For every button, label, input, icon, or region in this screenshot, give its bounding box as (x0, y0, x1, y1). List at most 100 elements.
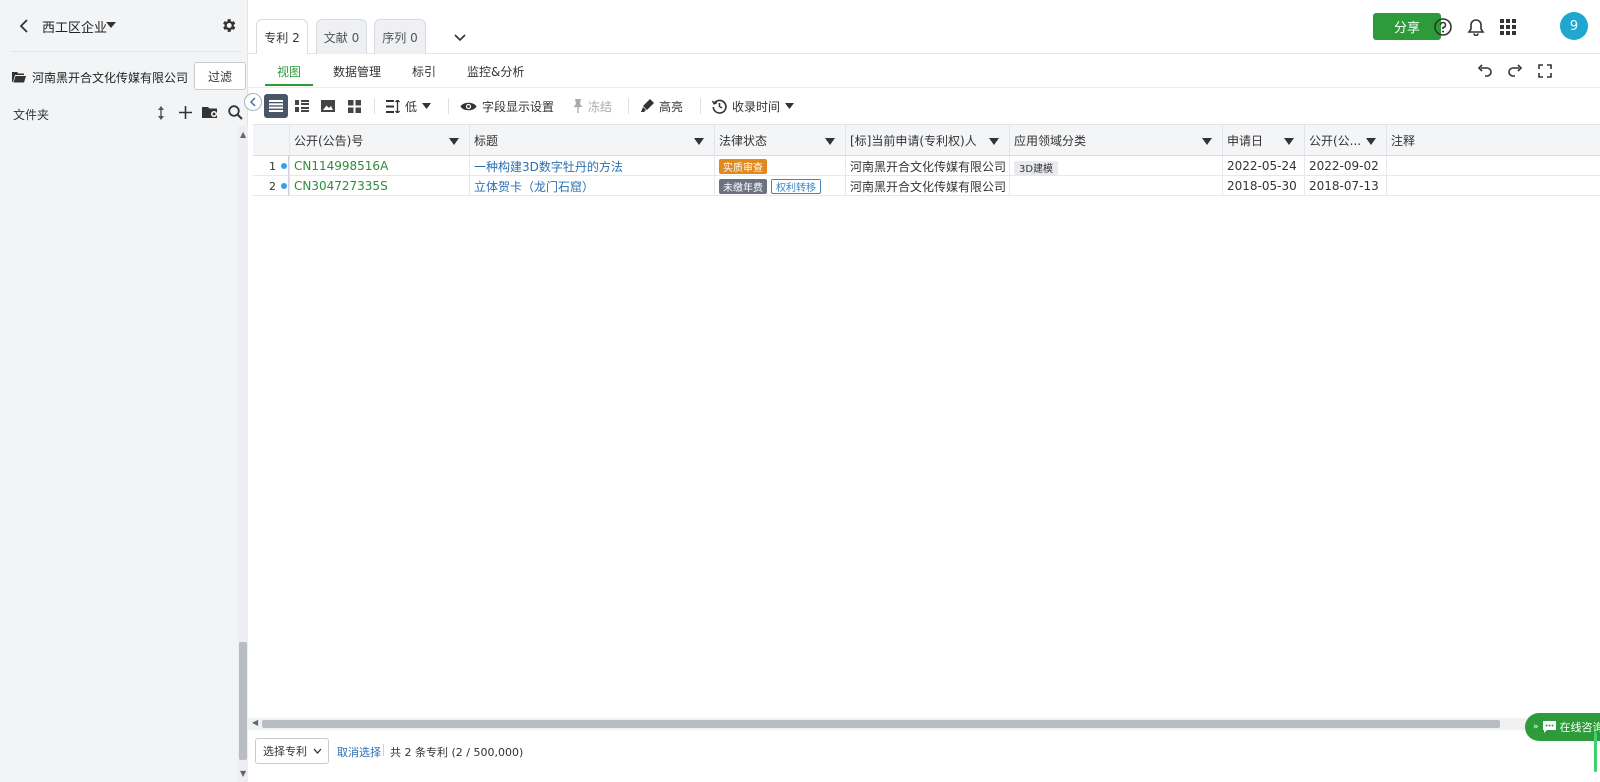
share-button[interactable]: 分享 (1373, 13, 1441, 40)
toolbar-divider (628, 98, 629, 114)
top-bar: 专利 2 文献 0 序列 0 分享 9 (248, 0, 1600, 55)
caret-down-icon[interactable] (106, 21, 116, 29)
column-menu-icon[interactable] (1366, 138, 1376, 145)
tab-patents[interactable]: 专利 2 (256, 19, 308, 55)
filter-button[interactable]: 过滤 (194, 62, 246, 90)
header-rownum (253, 125, 289, 156)
publication-number[interactable]: CN114998516A (289, 156, 469, 176)
application-field-cell: 3D建模 (1009, 156, 1222, 176)
redo-icon[interactable] (1507, 63, 1523, 79)
chevron-down-icon (313, 748, 322, 755)
notes-cell[interactable] (1386, 176, 1600, 196)
apps-grid-icon[interactable] (1498, 17, 1518, 37)
field-tag: 3D建模 (1014, 160, 1059, 175)
image-view-icon[interactable] (316, 94, 340, 118)
column-menu-icon[interactable] (449, 138, 459, 145)
column-menu-icon[interactable] (694, 138, 704, 145)
publication-date-cell: 2018-07-13 (1304, 176, 1386, 196)
sub-nav: 视图 数据管理 标引 监控&分析 (248, 54, 1600, 88)
unread-dot-icon (281, 163, 287, 169)
list-view-icon[interactable] (264, 94, 288, 118)
workspace-title[interactable]: 西工区企业 (42, 17, 107, 36)
user-avatar[interactable]: 9 (1560, 12, 1588, 40)
column-menu-icon[interactable] (1284, 138, 1294, 145)
eye-icon (460, 101, 477, 112)
divider (10, 51, 242, 52)
column-header-notes[interactable]: 注释 (1386, 125, 1600, 156)
row-density-icon (386, 99, 400, 113)
freeze-button[interactable]: 冻结 (573, 97, 612, 115)
status-badge: 权利转移 (771, 178, 821, 194)
undo-icon[interactable] (1477, 63, 1493, 79)
field-display-label: 字段显示设置 (482, 99, 555, 114)
highlight-button[interactable]: 高亮 (641, 97, 683, 115)
caret-down-icon (785, 103, 795, 109)
gear-icon[interactable] (220, 17, 237, 34)
divider (383, 744, 384, 756)
folder-settings-icon[interactable] (202, 104, 219, 121)
patent-title[interactable]: 立体贺卡（龙门石窟） (469, 176, 714, 196)
folder-label: 文件夹 (13, 108, 50, 122)
consult-indicator (1594, 732, 1597, 772)
application-field-cell (1009, 176, 1222, 196)
table-row[interactable]: 2 CN304727335S 立体贺卡（龙门石窟） 未缴年费 权利转移 河南黑开… (253, 176, 1600, 196)
applicant-cell: 河南黑开合文化传媒有限公司 (845, 176, 1009, 196)
scrollbar-thumb[interactable] (262, 720, 1500, 728)
add-icon[interactable] (177, 104, 194, 121)
publication-date-cell: 2022-09-02 (1304, 156, 1386, 176)
help-icon[interactable] (1433, 17, 1453, 37)
field-display-settings[interactable]: 字段显示设置 (460, 97, 554, 115)
column-menu-icon[interactable] (1202, 138, 1212, 145)
column-header-title[interactable]: 标题 (469, 125, 714, 156)
chevron-down-icon[interactable] (452, 29, 468, 45)
sort-updown-icon[interactable] (152, 104, 169, 121)
scrollbar-thumb[interactable] (239, 642, 247, 760)
column-header-pub-no[interactable]: 公开(公告)号 (289, 125, 469, 156)
column-header-application-field[interactable]: 应用领域分类 (1009, 125, 1222, 156)
column-header-application-date[interactable]: 申请日 (1222, 125, 1304, 156)
company-folder[interactable]: 河南黑开合文化传媒有限公司 (12, 68, 188, 86)
result-count: 共 2 条专利 (2 / 500,000) (390, 746, 524, 759)
column-header-applicant[interactable]: [标]当前申请(专利权)人 (845, 125, 1009, 156)
search-icon[interactable] (227, 104, 244, 121)
bell-icon[interactable] (1466, 17, 1486, 37)
tab-literature[interactable]: 文献 0 (316, 19, 367, 54)
column-header-publication-date[interactable]: 公开(公... (1304, 125, 1386, 156)
column-menu-icon[interactable] (825, 138, 835, 145)
collapse-sidebar-button[interactable] (244, 93, 262, 111)
notes-cell[interactable] (1386, 156, 1600, 176)
card-view-icon[interactable] (342, 94, 366, 118)
application-date-cell: 2018-05-30 (1222, 176, 1304, 196)
cancel-selection-link[interactable]: 取消选择 (337, 744, 381, 760)
table-row[interactable]: 1 CN114998516A 一种构建3D数字牡丹的方法 实质审查 河南黑开合文… (253, 156, 1600, 176)
marker-icon (641, 99, 654, 113)
patent-title[interactable]: 一种构建3D数字牡丹的方法 (469, 156, 714, 176)
scroll-down-icon[interactable]: ▼ (240, 769, 246, 778)
subnav-monitor-analysis[interactable]: 监控&分析 (467, 63, 524, 80)
scroll-left-icon[interactable]: ◀ (252, 718, 258, 727)
subnav-indexing[interactable]: 标引 (412, 63, 436, 80)
sort-label: 收录时间 (732, 99, 781, 114)
sidebar-scrollbar[interactable]: ▲ ▼ (238, 126, 248, 782)
subnav-data-management[interactable]: 数据管理 (333, 63, 381, 80)
horizontal-scrollbar[interactable]: ◀ (248, 718, 1600, 730)
detail-list-view-icon[interactable] (290, 94, 314, 118)
tab-sequences[interactable]: 序列 0 (374, 19, 426, 54)
sidebar: 西工区企业 河南黑开合文化传媒有限公司 过滤 文件夹 ▲ ▼ (0, 0, 248, 782)
fullscreen-icon[interactable] (1537, 63, 1553, 79)
scroll-up-icon[interactable]: ▲ (240, 130, 246, 139)
density-dropdown[interactable]: 低 (386, 97, 432, 115)
publication-number[interactable]: CN304727335S (289, 176, 469, 196)
clock-history-icon (712, 99, 727, 114)
column-header-legal-status[interactable]: 法律状态 (714, 125, 845, 156)
column-menu-icon[interactable] (989, 138, 999, 145)
folder-tools (152, 104, 244, 121)
select-patent-dropdown[interactable]: 选择专利 (255, 738, 329, 764)
online-consult-button[interactable]: » 在线咨询 (1525, 713, 1600, 741)
row-number[interactable]: 2 (253, 176, 289, 196)
sort-dropdown[interactable]: 收录时间 (712, 97, 795, 115)
subnav-view[interactable]: 视图 (277, 63, 301, 80)
status-badge: 未缴年费 (719, 178, 767, 194)
back-arrow-icon[interactable] (16, 17, 34, 35)
row-number[interactable]: 1 (253, 156, 289, 176)
